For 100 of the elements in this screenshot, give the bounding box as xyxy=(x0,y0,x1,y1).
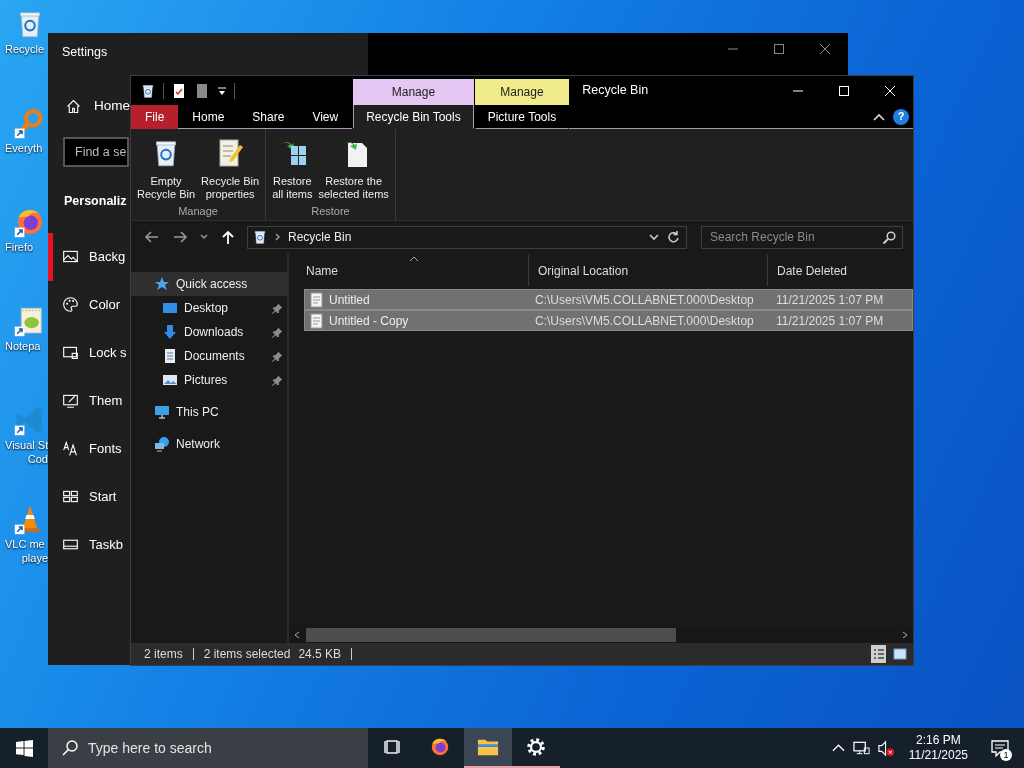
ribbon-tab[interactable]: View xyxy=(298,105,353,129)
table-cell-text: 11/21/2025 1:07 PM xyxy=(775,312,885,330)
volume-icon[interactable] xyxy=(877,739,895,757)
home-link[interactable]: Home xyxy=(48,82,130,130)
settings-nav-item[interactable]: Start xyxy=(48,472,130,521)
document-icon xyxy=(162,348,178,364)
search-field[interactable]: Find a se xyxy=(63,137,129,167)
ribbon-tab[interactable]: Recycle Bin Tools xyxy=(353,105,474,129)
ribbon-button[interactable]: Restore the selected items xyxy=(315,135,392,203)
breadcrumb[interactable]: Recycle Bin xyxy=(288,228,642,246)
ribbon-tab[interactable]: Share xyxy=(238,105,299,129)
ribbon-tab[interactable]: Home xyxy=(178,105,239,129)
file-explorer-taskbar-button[interactable] xyxy=(464,728,512,768)
settings-nav-item[interactable]: Them xyxy=(48,376,130,425)
fonts-icon xyxy=(62,440,79,458)
nav-item[interactable]: Downloads xyxy=(131,320,287,344)
computer-icon xyxy=(154,404,170,420)
nav-item[interactable]: Quick access xyxy=(131,272,287,296)
settings-nav-item[interactable]: Color xyxy=(48,280,130,329)
chevron-up-icon[interactable] xyxy=(831,744,845,752)
nav-item[interactable]: Documents xyxy=(131,344,287,368)
maximize-icon xyxy=(774,44,784,54)
desktop-icon xyxy=(162,300,178,316)
chevron-down-icon xyxy=(200,234,208,240)
settings-nav-item[interactable]: Fonts xyxy=(48,424,130,473)
search-field[interactable]: Search Recycle Bin xyxy=(701,225,903,249)
nav-item[interactable]: Network xyxy=(131,432,287,456)
ribbon-button[interactable]: Restore all items xyxy=(269,135,316,203)
picture-icon xyxy=(162,372,178,388)
maximize-icon xyxy=(839,85,849,96)
dropdown-icon[interactable] xyxy=(649,233,659,241)
star-icon xyxy=(154,276,170,292)
list-icon xyxy=(871,647,886,661)
window-title: Recycle Bin xyxy=(582,82,649,100)
settings-nav-item[interactable]: Lock s xyxy=(48,328,130,377)
arrow-up-icon xyxy=(220,229,236,245)
file-icon xyxy=(309,312,323,329)
arrow-left-icon xyxy=(144,229,160,245)
network-icon[interactable] xyxy=(852,740,870,756)
contextual-tab-header: Manage xyxy=(474,79,570,105)
close-icon xyxy=(820,44,830,54)
recycle-bin-icon[interactable] xyxy=(140,82,156,99)
download-icon xyxy=(162,324,178,340)
properties-icon[interactable] xyxy=(171,82,187,99)
taskbar-search-field[interactable]: Type here to search xyxy=(48,728,368,768)
ribbon-button[interactable]: Recycle Bin properties xyxy=(198,135,263,203)
section-heading: Personaliz xyxy=(64,193,127,210)
task-view-icon xyxy=(384,739,400,755)
sort-ascending-icon xyxy=(409,256,419,262)
search-icon[interactable] xyxy=(882,230,896,245)
network-icon xyxy=(154,436,170,452)
selection-count: 2 items selected xyxy=(203,646,291,663)
address-bar[interactable]: Recycle Bin xyxy=(247,225,687,249)
notification-icon[interactable] xyxy=(991,739,1009,757)
windows-logo xyxy=(15,739,33,757)
refresh-icon[interactable] xyxy=(666,230,680,244)
selection-size: 24.5 KB xyxy=(298,646,342,663)
scrollbar-thumb[interactable] xyxy=(306,628,676,642)
contextual-tab-header: Manage xyxy=(353,79,474,105)
scroll-right-icon[interactable] xyxy=(902,631,908,639)
gear-icon xyxy=(525,736,547,758)
clock-button[interactable]: 2:16 PM 11/21/2025 xyxy=(902,733,974,763)
group-label: Manage xyxy=(177,204,219,219)
window-title: Settings xyxy=(61,44,108,61)
file-name[interactable]: Untitled - Copy xyxy=(329,311,409,330)
large-icons-view-button[interactable] xyxy=(892,645,907,663)
file-icon xyxy=(309,291,323,308)
nav-item[interactable]: This PC xyxy=(131,400,287,424)
recycle-bin-icon xyxy=(252,229,268,245)
nav-label: This PC xyxy=(176,404,220,421)
ribbon-button[interactable]: Empty Recycle Bin xyxy=(134,135,199,203)
nav-label: Desktop xyxy=(184,300,230,317)
help-button[interactable]: ? xyxy=(893,108,909,125)
nav-item[interactable]: Pictures xyxy=(131,368,287,392)
nav-label: Network xyxy=(176,436,221,453)
nav-label: Quick access xyxy=(176,276,249,293)
monitor-brush-icon xyxy=(62,392,79,410)
arrow-right-icon xyxy=(172,229,188,245)
table-cell-text: C:\Users\VM5.COLLABNET.000\Desktop xyxy=(534,312,755,330)
collapse-ribbon-icon[interactable] xyxy=(873,112,885,121)
details-view-button[interactable] xyxy=(871,645,886,663)
nav-item[interactable]: Desktop xyxy=(131,296,287,320)
home-icon xyxy=(65,97,82,115)
window-icon xyxy=(892,647,907,661)
monitor-lock-icon xyxy=(62,344,79,362)
item-count: 2 items xyxy=(144,646,183,663)
column-header[interactable]: Name xyxy=(297,255,529,286)
document-icon[interactable] xyxy=(194,82,210,99)
file-tab[interactable]: File xyxy=(131,105,179,129)
column-header[interactable]: Original Location xyxy=(529,255,768,286)
scroll-left-icon[interactable] xyxy=(294,631,300,639)
settings-nav-item[interactable]: Taskb xyxy=(48,520,130,569)
chevron-right-icon[interactable] xyxy=(275,233,281,241)
palette-icon xyxy=(62,296,79,314)
table-cell-text: 11/21/2025 1:07 PM xyxy=(775,291,885,309)
nav-label: Documents xyxy=(184,348,246,365)
file-name[interactable]: Untitled xyxy=(329,290,370,309)
firefox-icon xyxy=(429,736,451,758)
column-header[interactable]: Date Deleted xyxy=(768,255,913,286)
customize-dropdown-icon[interactable] xyxy=(217,84,227,97)
